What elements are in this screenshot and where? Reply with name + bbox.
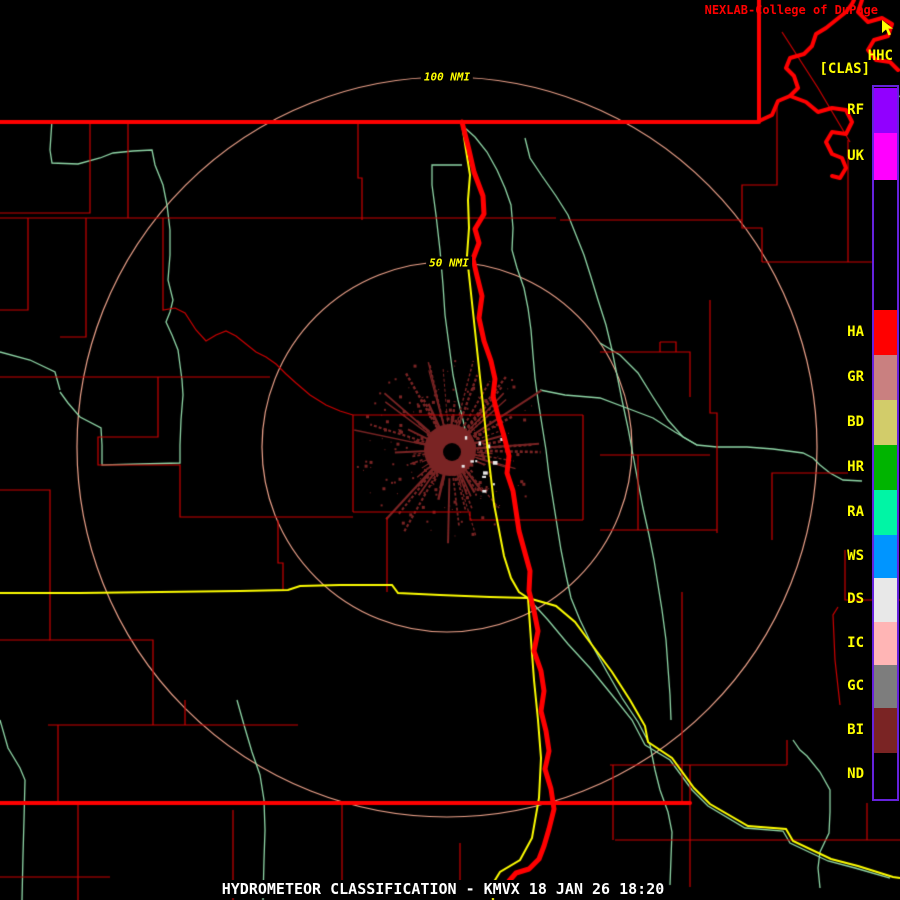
- status-bar: HYDROMETEOR CLASSIFICATION - KMVX 18 JAN…: [217, 880, 669, 898]
- radar-display: NEXLAB-College of DuPage HHC [CLAS] 100 …: [0, 0, 900, 900]
- legend-segment-bd: [874, 400, 897, 445]
- legend-label-ra: RA: [847, 504, 864, 520]
- legend-bar: [872, 85, 899, 801]
- legend-segment-nd: [874, 753, 897, 797]
- legend-segment-hr: [874, 445, 897, 490]
- legend-label-ws: WS: [847, 548, 864, 564]
- legend-label-gc: GC: [847, 678, 864, 694]
- legend-label-ds: DS: [847, 591, 864, 607]
- legend-label-ha: HA: [847, 324, 864, 340]
- legend-segment-ic: [874, 622, 897, 665]
- range-ring-label-100nmi: 100 NMI: [420, 70, 474, 84]
- legend-segment-ha: [874, 310, 897, 355]
- legend-segment-rf: [874, 88, 897, 133]
- radar-map-canvas: [0, 0, 900, 900]
- status-text: HYDROMETEOR CLASSIFICATION - KMVX 18 JAN…: [221, 880, 665, 898]
- legend-segment-gc: [874, 665, 897, 708]
- legend-label-gr: GR: [847, 369, 864, 385]
- legend-segment-gr: [874, 355, 897, 400]
- legend-label-hr: HR: [847, 459, 864, 475]
- legend-label-bd: BD: [847, 414, 864, 430]
- legend-label-uk: UK: [847, 148, 864, 164]
- legend-segment-ra: [874, 490, 897, 535]
- legend-segment-ws: [874, 535, 897, 578]
- legend-segment-uk: [874, 133, 897, 180]
- legend-label-bi: BI: [847, 722, 864, 738]
- range-ring-label-50nmi: 50 NMI: [426, 256, 472, 270]
- classification-mode-label: [CLAS]: [819, 61, 870, 77]
- product-code-label: HHC: [867, 48, 893, 64]
- legend-label-ic: IC: [847, 635, 864, 651]
- legend-segment-bi: [874, 708, 897, 753]
- legend-label-rf: RF: [847, 102, 864, 118]
- legend-label-nd: ND: [847, 766, 864, 782]
- legend-segment-ds: [874, 578, 897, 622]
